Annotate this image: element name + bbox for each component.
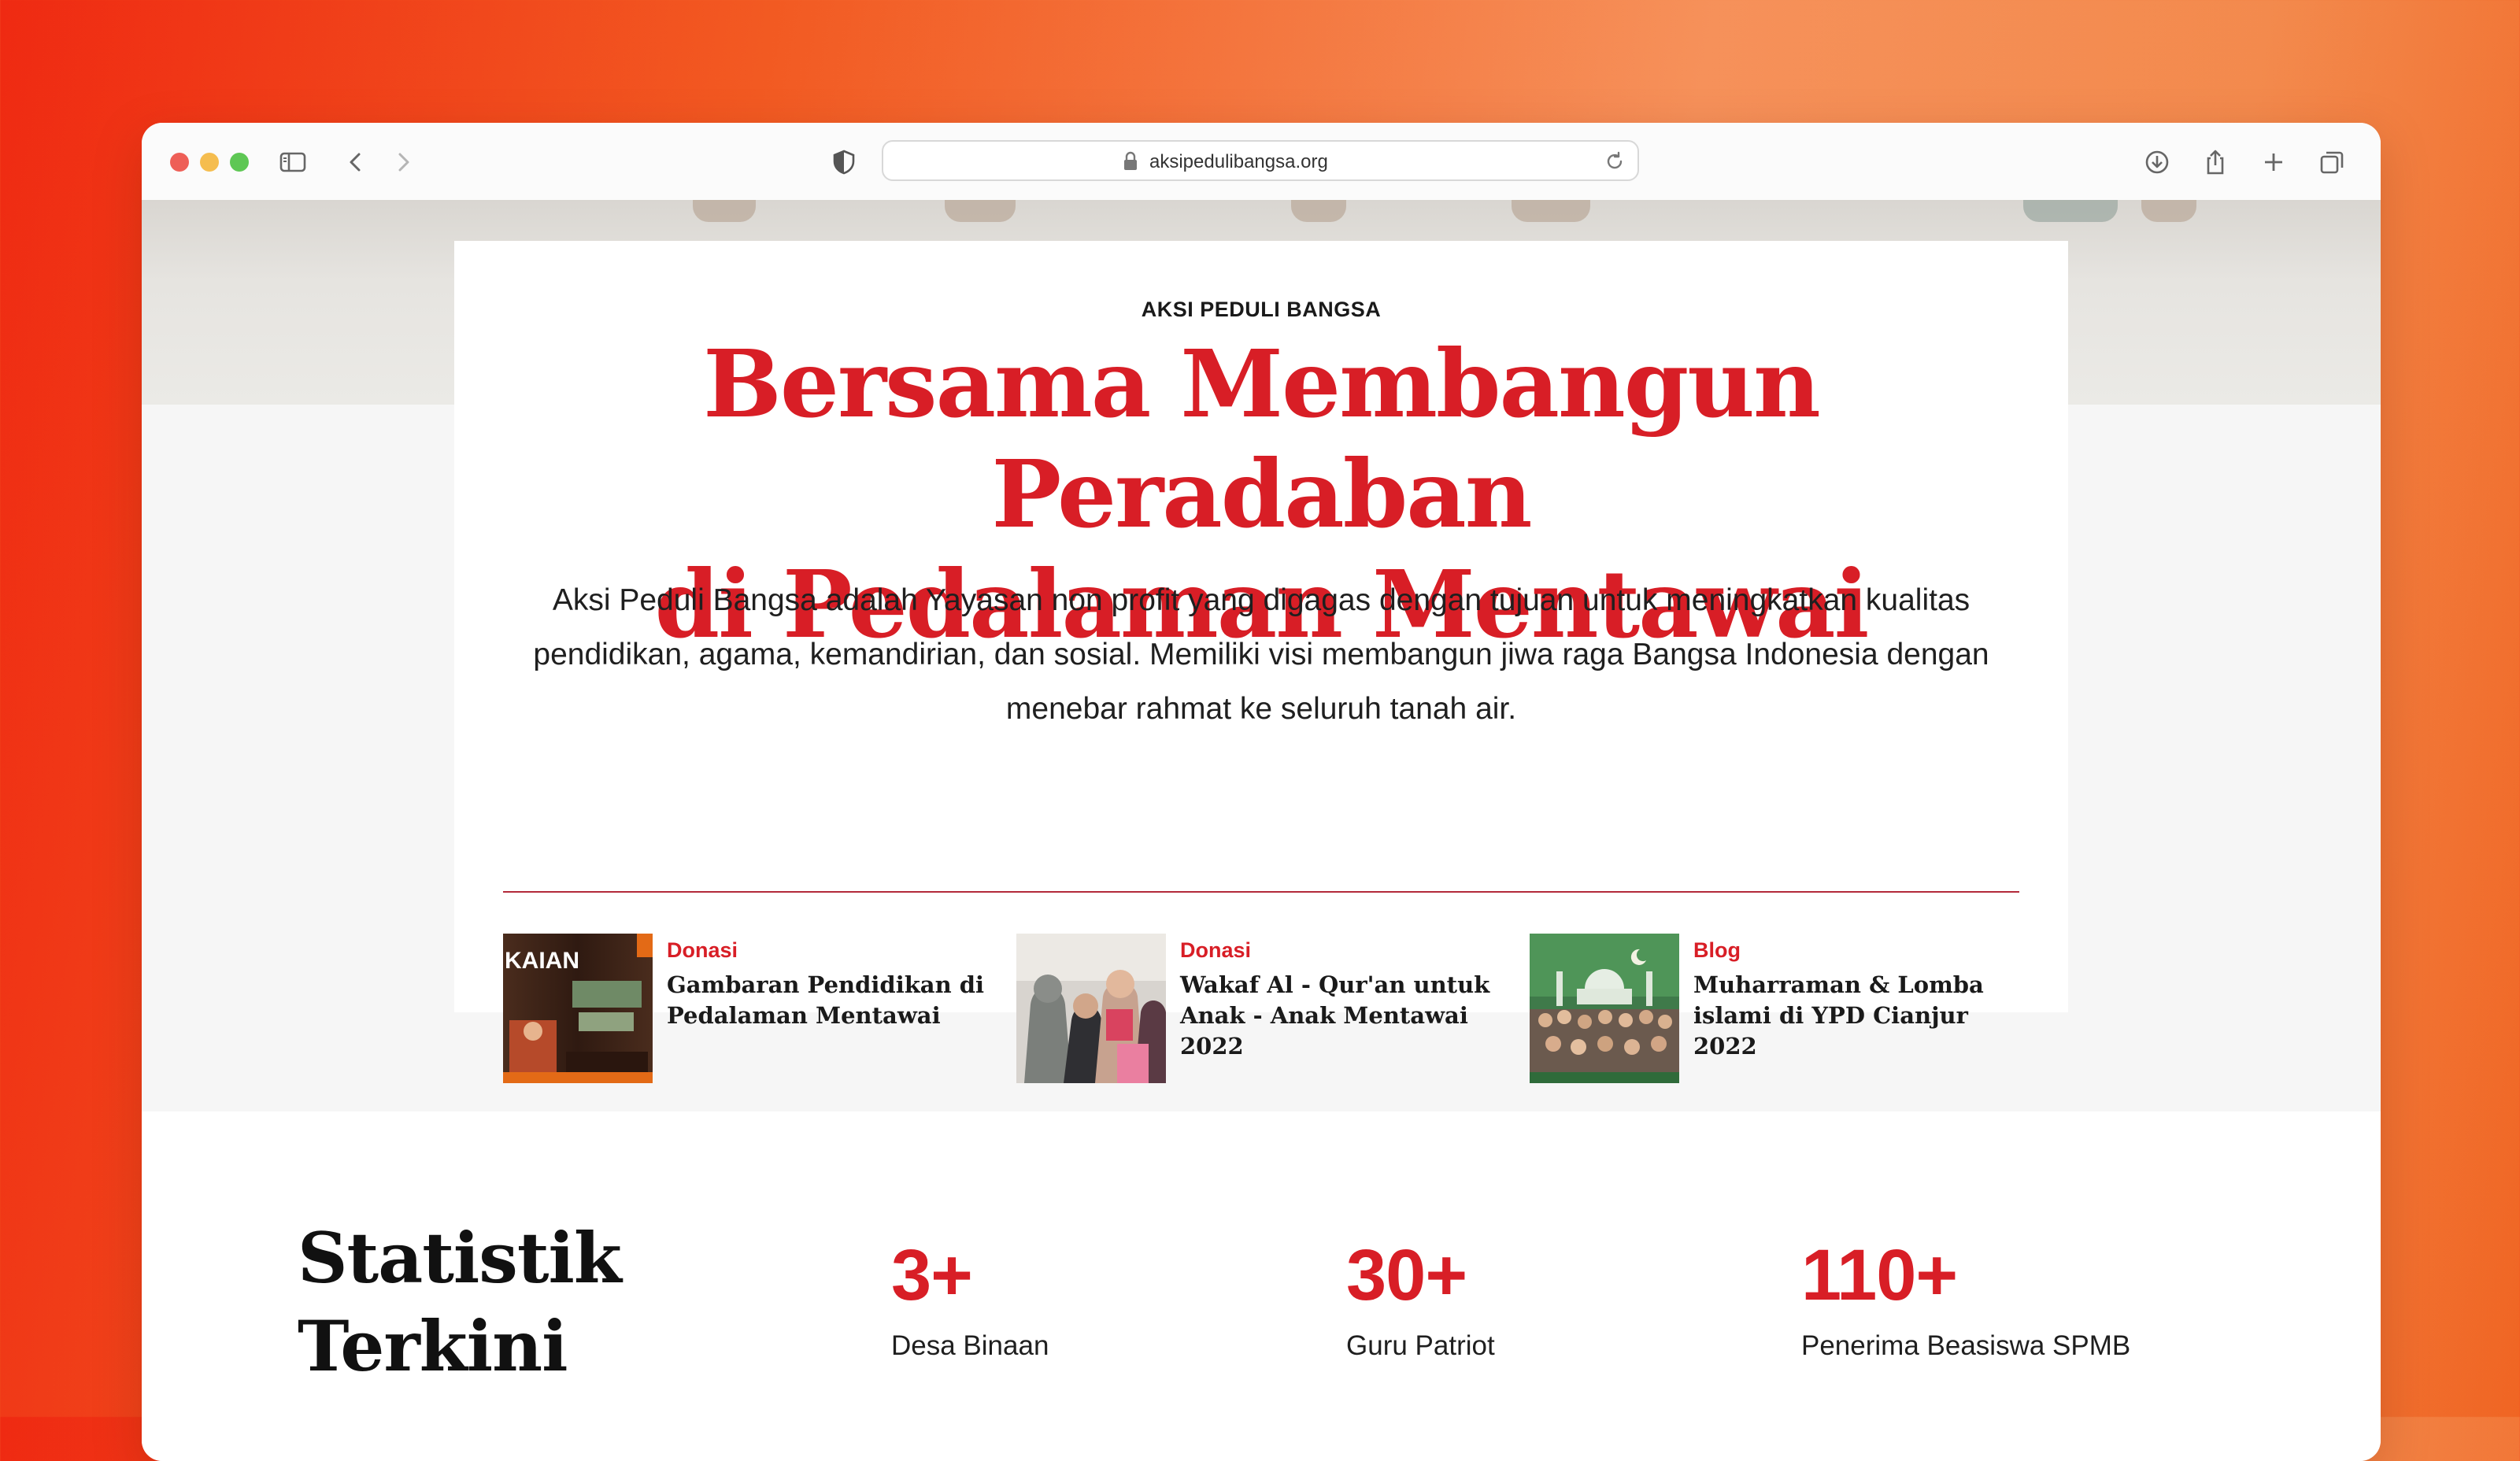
url-text: aksipedulibangsa.org	[1149, 151, 1328, 172]
statistics-heading-line-1: Statistik	[298, 1217, 622, 1299]
post-title[interactable]: Muharraman & Lomba islami di YPD Cianjur…	[1693, 970, 2024, 1062]
share-icon[interactable]	[2196, 143, 2234, 181]
address-bar[interactable]: aksipedulibangsa.org	[882, 140, 1639, 181]
post-thumbnail[interactable]: KAIAN	[503, 934, 653, 1083]
zoom-window-button[interactable]	[230, 153, 249, 172]
stat-value: 30+	[1346, 1235, 1467, 1315]
browser-toolbar: aksipedulibangsa.org	[142, 123, 2381, 201]
minimize-window-button[interactable]	[200, 153, 219, 172]
sidebar-toggle-icon[interactable]	[274, 143, 312, 181]
post-category[interactable]: Blog	[1693, 938, 1741, 963]
browser-window: aksipedulibangsa.org AKSI PEDULI BANGSA …	[142, 123, 2381, 1461]
stat-label: Guru Patriot	[1346, 1330, 1495, 1361]
post-card[interactable]: Donasi Wakaf Al - Qur'an untuk Anak - An…	[1016, 934, 1504, 1083]
stat-label: Penerima Beasiswa SPMB	[1801, 1330, 2131, 1361]
section-divider	[503, 891, 2019, 893]
post-card[interactable]: Blog Muharraman & Lomba islami di YPD Ci…	[1530, 934, 2018, 1083]
post-thumbnail-text: KAIAN	[505, 948, 579, 974]
stat-value: 110+	[1801, 1235, 1958, 1315]
new-tab-plus-icon[interactable]	[2255, 143, 2292, 181]
post-thumbnail[interactable]	[1530, 934, 1679, 1083]
stat-label: Desa Binaan	[891, 1330, 1049, 1361]
stat-guru-patriot: 30+ Guru Patriot	[1346, 1236, 1495, 1362]
headline-line-1: Bersama Membangun Peradaban	[703, 329, 1821, 549]
post-thumbnail[interactable]	[1016, 934, 1166, 1083]
hero-description: Aksi Peduli Bangsa adalah Yayasan non pr…	[533, 583, 1989, 726]
stat-penerima-beasiswa: 110+ Penerima Beasiswa SPMB	[1801, 1236, 2130, 1362]
statistics-heading: Statistik Terkini	[298, 1214, 622, 1390]
featured-posts: KAIAN Donasi Gambaran Pendidikan di Peda…	[503, 934, 2019, 1083]
post-title[interactable]: Gambaran Pendidikan di Pedalaman Mentawa…	[667, 970, 997, 1031]
post-title[interactable]: Wakaf Al - Qur'an untuk Anak - Anak Ment…	[1180, 970, 1511, 1062]
statistics-section: Statistik Terkini 3+ Desa Binaan 30+ Gur…	[142, 1111, 2381, 1461]
lock-icon	[1124, 151, 1137, 170]
hero-card: AKSI PEDULI BANGSA Bersama Membangun Per…	[454, 241, 2068, 1083]
stat-desa-binaan: 3+ Desa Binaan	[891, 1236, 1049, 1362]
tab-overview-icon[interactable]	[2313, 143, 2351, 181]
download-icon[interactable]	[2138, 143, 2176, 181]
back-chevron-icon[interactable]	[337, 143, 375, 181]
close-window-button[interactable]	[170, 153, 189, 172]
post-card[interactable]: KAIAN Donasi Gambaran Pendidikan di Peda…	[503, 934, 991, 1083]
privacy-shield-icon[interactable]	[825, 143, 863, 181]
stat-value: 3+	[891, 1235, 973, 1315]
post-category[interactable]: Donasi	[667, 938, 738, 963]
reload-icon[interactable]	[1603, 150, 1626, 173]
post-category[interactable]: Donasi	[1180, 938, 1251, 963]
statistics-heading-line-2: Terkini	[298, 1305, 568, 1387]
hero-eyebrow: AKSI PEDULI BANGSA	[1141, 298, 1382, 321]
forward-chevron-icon[interactable]	[384, 143, 422, 181]
